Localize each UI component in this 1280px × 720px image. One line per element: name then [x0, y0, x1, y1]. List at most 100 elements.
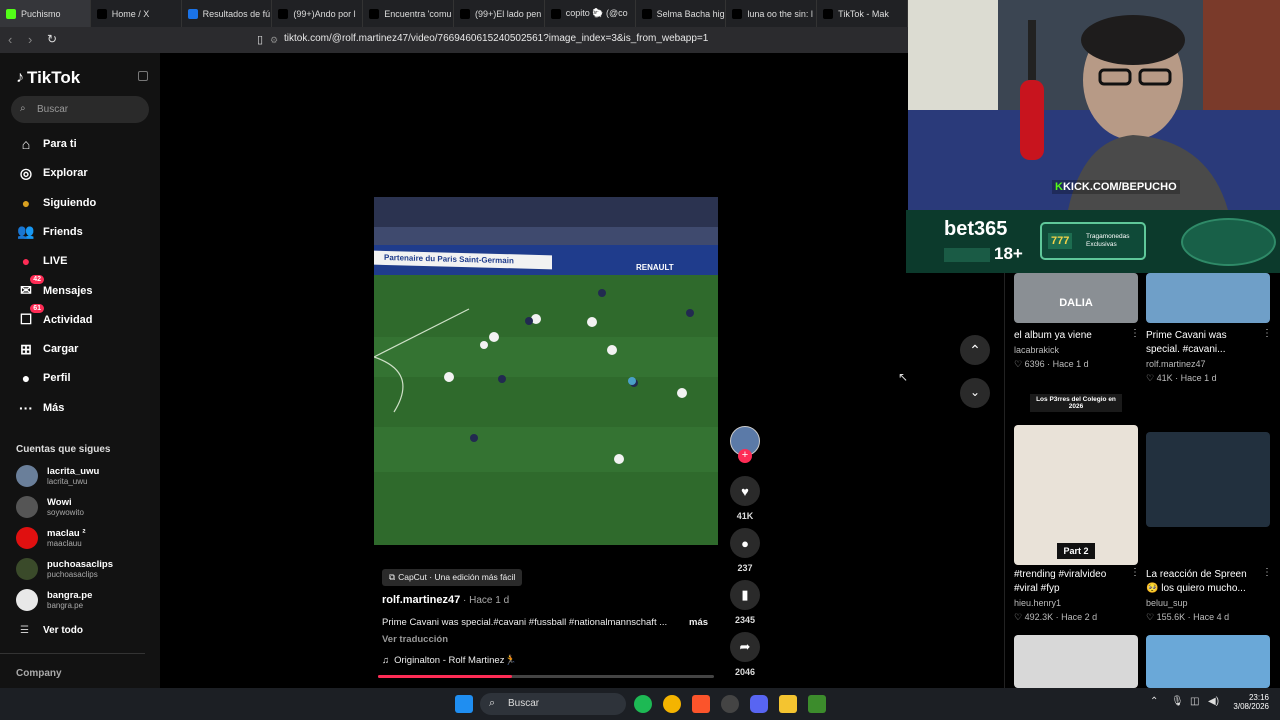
card-more-options-icon[interactable]: ⋮ — [1130, 567, 1140, 578]
sidebar-item-para-ti[interactable]: ⌂ Para ti — [16, 134, 77, 154]
tab-favicon-icon — [550, 8, 561, 19]
browser-tab[interactable]: Resultados de fú — [182, 0, 273, 27]
feed-card-stats: ♡ 41K · Hace 1 d — [1146, 373, 1217, 383]
translate-link[interactable]: Ver traducción — [382, 634, 448, 645]
sidebar-item-m-s[interactable]: ··· Más — [16, 398, 64, 418]
sidebar-item-siguiendo[interactable]: ● Siguiendo — [16, 193, 96, 213]
like-count: 41K — [736, 511, 754, 521]
feed-thumbnail[interactable] — [1146, 273, 1270, 323]
tab-favicon-icon — [6, 8, 16, 19]
discord-icon[interactable] — [750, 695, 768, 713]
avatar — [16, 465, 38, 487]
back-icon[interactable]: ‹ — [8, 32, 12, 47]
browser-tab[interactable]: Encuentra 'comu — [363, 0, 454, 27]
card-more-options-icon[interactable]: ⋮ — [1130, 328, 1140, 339]
sidebar-item-mensajes[interactable]: ✉ 42 Mensajes — [16, 274, 93, 301]
feed-thumbnail[interactable] — [1014, 635, 1138, 688]
tiktok-logo[interactable]: ♪ TikTok — [16, 68, 80, 88]
browser-tab[interactable]: (99+)El lado pen — [454, 0, 545, 27]
video-player[interactable]: Partenaire du Paris Saint-Germain RENAUL… — [374, 197, 718, 545]
taskbar-search-input[interactable]: ⌕ Buscar — [480, 693, 626, 715]
tab-favicon-icon — [459, 8, 470, 19]
collapse-sidebar-icon[interactable] — [138, 71, 148, 81]
sidebar-item-explorar[interactable]: ◎ Explorar — [16, 163, 88, 183]
steam-icon[interactable] — [721, 695, 739, 713]
volume-icon[interactable]: ◀) — [1208, 696, 1219, 707]
browser-tab[interactable]: Selma Bacha hig — [636, 0, 727, 27]
spotify-icon[interactable] — [634, 695, 652, 713]
followed-account[interactable]: puchoasaclips puchoasaclips — [16, 558, 113, 580]
tab-favicon-icon — [641, 8, 652, 19]
comment-count: 237 — [737, 563, 753, 573]
thumbnail-text: DALIA — [1059, 297, 1093, 309]
followed-account[interactable]: maclau ² maaclauu — [16, 527, 86, 549]
windows-start-icon[interactable] — [455, 695, 473, 713]
sidebar-item-perfil[interactable]: ● Perfil — [16, 368, 71, 388]
capcut-badge[interactable]: ⧉ CapCut · Una edición más fácil — [382, 569, 523, 586]
feed-card-user[interactable]: rolf.martinez47 — [1146, 359, 1206, 369]
chrome-icon[interactable] — [663, 695, 681, 713]
caption-more-button[interactable]: más — [689, 617, 708, 628]
account-text: maclau ² maaclauu — [47, 528, 86, 548]
minecraft-icon[interactable] — [808, 695, 826, 713]
browser-tab[interactable]: Puchismo — [0, 0, 91, 27]
browser-tab[interactable]: copito 🐑 (@co — [545, 0, 636, 27]
browser-tab[interactable]: TikTok - Mak — [817, 0, 908, 27]
feed-card-user[interactable]: beluu_sup — [1146, 598, 1188, 608]
see-all-link[interactable]: ☰ Ver todo — [20, 625, 83, 636]
feed-card-user[interactable]: hieu.henry1 — [1014, 598, 1061, 608]
like-button[interactable]: ♥ — [730, 476, 760, 506]
feed-card-user[interactable]: lacabrakick — [1014, 345, 1059, 355]
file-explorer-icon[interactable] — [779, 695, 797, 713]
search-input[interactable]: ⌕ Buscar — [11, 96, 149, 123]
clock[interactable]: 23:16 3/08/2026 — [1229, 693, 1269, 711]
avatar — [16, 496, 38, 518]
video-progress-bar[interactable] — [378, 675, 714, 678]
microphone-icon[interactable]: 🎙 — [1171, 696, 1184, 707]
sidebar-item-friends[interactable]: 👥 Friends — [16, 222, 82, 242]
sound-link[interactable]: ♫ Originalton - Rolf Martinez🏃 — [382, 655, 516, 666]
comment-button[interactable]: ● — [730, 528, 760, 558]
reload-icon[interactable]: ↻ — [47, 32, 57, 46]
sidebar-item-actividad[interactable]: ☐ 61 Actividad — [16, 303, 93, 330]
bookmark-icon[interactable]: ▯ — [257, 33, 263, 46]
account-name: puchoasaclips — [47, 559, 113, 570]
bet365-logo: bet365 — [944, 218, 1008, 240]
company-link[interactable]: Company — [16, 668, 62, 679]
browser-tab[interactable]: luna oo the sin: l — [726, 0, 818, 27]
feed-thumbnail[interactable] — [1146, 635, 1270, 688]
browser-tab[interactable]: (99+)Ando por l — [272, 0, 364, 27]
feed-thumbnail[interactable] — [1146, 432, 1270, 527]
sidebar-item-live[interactable]: ● LIVE — [16, 251, 68, 271]
feed-card-title: el album ya viene — [1014, 330, 1092, 341]
sidebar-item-cargar[interactable]: ⊞ Cargar — [16, 339, 78, 359]
notification-badge: 61 — [30, 303, 44, 313]
previous-video-button[interactable]: ⌃ — [960, 335, 990, 365]
feed-thumbnail[interactable]: Part 2 — [1014, 425, 1138, 565]
live-icon: ● — [21, 253, 31, 270]
roulette-wheel-icon — [1181, 218, 1276, 266]
tray-chevron-up-icon[interactable]: ⌃ — [1150, 696, 1158, 707]
url-field[interactable]: tiktok.com/@rolf.martinez47/video/766946… — [284, 33, 708, 44]
card-more-options-icon[interactable]: ⋮ — [1262, 328, 1272, 339]
followed-account[interactable]: lacrita_uwu lacrita_uwu — [16, 465, 99, 487]
share-button[interactable]: ➦ — [730, 632, 760, 662]
site-info-icon[interactable]: ⚙ — [270, 35, 278, 46]
tiktok-note-icon: ♪ — [16, 69, 24, 86]
renault-banner: RENAULT — [636, 263, 674, 272]
author-link[interactable]: rolf.martinez47 — [382, 594, 460, 606]
brave-icon[interactable] — [692, 695, 710, 713]
feed-thumbnail[interactable]: DALIA — [1014, 273, 1138, 323]
chevron-down-icon: ⌄ — [969, 385, 981, 399]
network-icon[interactable]: ◫ — [1190, 696, 1199, 707]
follow-plus-icon[interactable]: + — [738, 449, 752, 463]
next-video-button[interactable]: ⌄ — [960, 378, 990, 408]
card-more-options-icon[interactable]: ⋮ — [1262, 567, 1272, 578]
followed-account[interactable]: Wowi soywowito — [16, 496, 84, 518]
followed-account[interactable]: bangra.pe bangra.pe — [16, 589, 92, 611]
forward-icon[interactable]: › — [28, 32, 32, 47]
account-handle: soywowito — [47, 508, 84, 517]
feed-card-title: La reacción de Spreen 🥺 los quiero mucho… — [1146, 569, 1247, 594]
browser-tab[interactable]: Home / X — [91, 0, 182, 27]
save-button[interactable]: ▮ — [730, 580, 760, 610]
